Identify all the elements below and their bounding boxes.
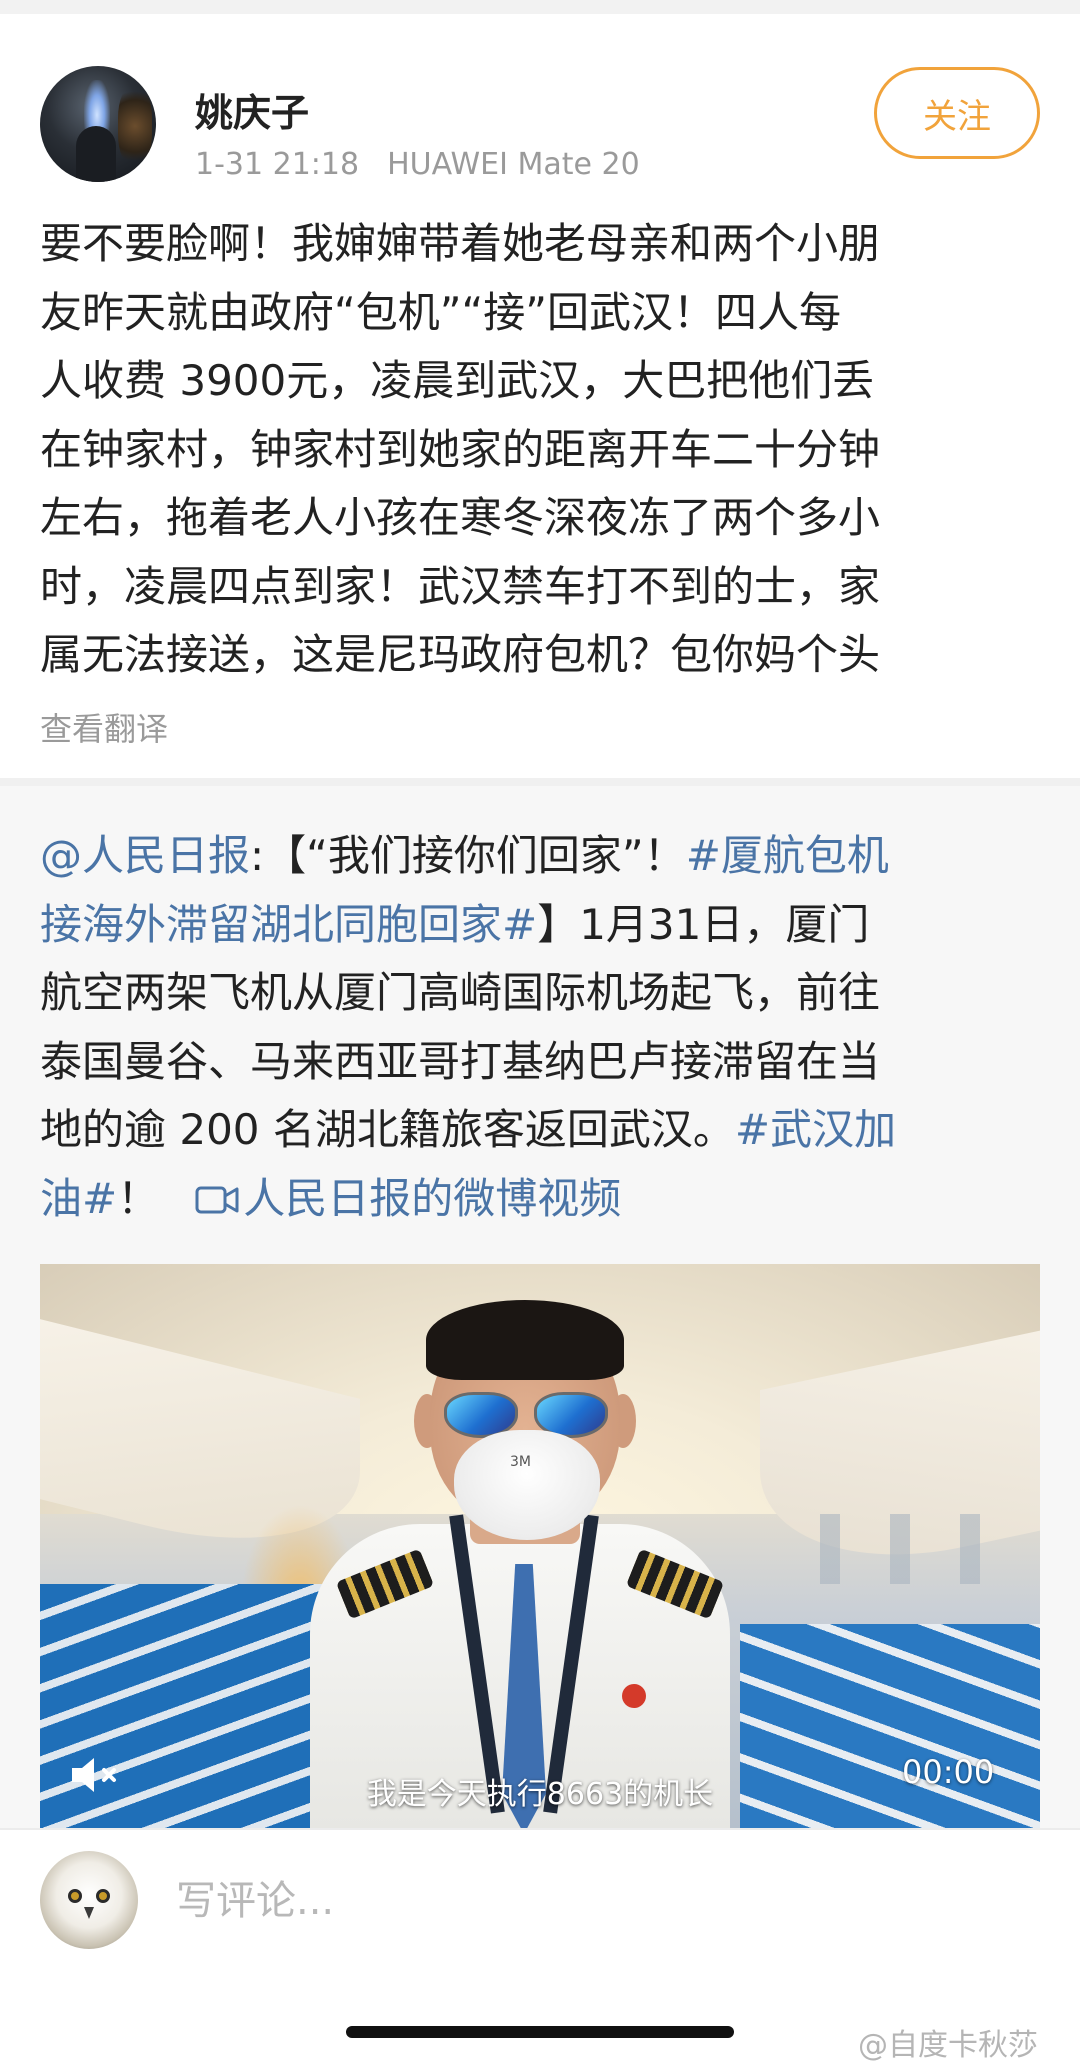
- follow-button[interactable]: 关注: [874, 67, 1040, 159]
- post-line: 人收费 3900元，凌晨到武汉，大巴把他们丢: [40, 356, 875, 405]
- exclaim-text: ！: [117, 1173, 160, 1223]
- face-mask: [454, 1430, 600, 1540]
- repost-line: 泰国曼谷、马来西亚哥打基纳巴卢接滞留在当: [40, 1036, 881, 1086]
- post-time: 1-31 21:18: [195, 147, 360, 182]
- repost-line: 油#！ 人民日报的微博视频: [40, 1165, 1050, 1234]
- repost-colon-text: :【“我们接你们回家”！: [250, 831, 686, 880]
- video-subtitle: 我是今天执行8663的机长: [366, 1777, 714, 1812]
- pilot-hair: [426, 1300, 624, 1380]
- section-divider: [0, 778, 1080, 786]
- watermark: @自度卡秋莎: [858, 2028, 1038, 2063]
- hashtag-wuhan-link[interactable]: #武汉加: [735, 1105, 896, 1154]
- post-line: 在钟家村，钟家村到她家的距离开车二十分钟: [40, 424, 881, 474]
- post-line: 属无法接送，这是尼玛政府包机？包你妈个头: [40, 630, 881, 679]
- repost-line: 地的逾 200 名湖北籍旅客返回武汉。#武汉加: [40, 1096, 1050, 1165]
- comment-bar: 写评论...: [0, 1828, 1080, 1968]
- user-avatar[interactable]: [40, 66, 156, 182]
- my-avatar[interactable]: [40, 1851, 138, 1949]
- repost-line5-text: 地的逾 200 名湖北籍旅客返回武汉。: [40, 1105, 735, 1154]
- video-player[interactable]: 3M 我是今天执行8663的机长 00:00: [40, 1264, 1040, 1828]
- repost-line: @人民日报:【“我们接你们回家”！#厦航包机: [40, 822, 1050, 891]
- repost-date-text: 】1月31日，厦门: [537, 899, 870, 949]
- home-indicator[interactable]: [346, 2026, 734, 2038]
- video-camera-icon: [195, 1186, 239, 1213]
- username[interactable]: 姚庆子: [195, 82, 309, 137]
- post-line: 时，凌晨四点到家！武汉禁车打不到的士，家: [40, 561, 881, 611]
- mask-brand: 3M: [510, 1454, 531, 1470]
- video-duration: 00:00: [902, 1753, 995, 1791]
- comment-input[interactable]: 写评论...: [176, 1868, 334, 1926]
- repost-card[interactable]: @人民日报:【“我们接你们回家”！#厦航包机 接海外滞留湖北同胞回家#】1月31…: [0, 786, 1080, 1828]
- hashtag-link-cont[interactable]: 接海外滞留湖北同胞回家#: [40, 900, 537, 949]
- hashtag-link[interactable]: #厦航包机: [686, 831, 889, 880]
- owl-eye-right: [96, 1889, 110, 1903]
- repost-line: 航空两架飞机从厦门高崎国际机场起飞，前往: [40, 968, 881, 1017]
- post-meta: 1-31 21:18 HUAWEI Mate 20: [195, 147, 640, 182]
- hashtag-wuhan-link-cont[interactable]: 油#: [40, 1174, 117, 1223]
- mention-link[interactable]: @人民日报: [40, 831, 250, 880]
- translate-link[interactable]: 查看翻译: [40, 704, 168, 750]
- repost-line: 接海外滞留湖北同胞回家#】1月31日，厦门: [40, 891, 1050, 960]
- top-strip: [0, 0, 1080, 14]
- post-line: 友昨天就由政府“包机”“接”回武汉！四人每: [40, 287, 842, 337]
- post-device: HUAWEI Mate 20: [387, 147, 640, 182]
- owl-eye-left: [68, 1889, 82, 1903]
- video-link-label: 人民日报的微博视频: [243, 1173, 622, 1223]
- pin-badge: [622, 1684, 646, 1708]
- avatar-figure: [76, 126, 116, 182]
- avatar-tree: [118, 86, 152, 166]
- video-link[interactable]: 人民日报的微博视频: [195, 1174, 621, 1223]
- repost-body: @人民日报:【“我们接你们回家”！#厦航包机 接海外滞留湖北同胞回家#】1月31…: [40, 822, 1050, 1233]
- post-line: 左右，拖着老人小孩在寒冬深夜冻了两个多小: [40, 493, 881, 542]
- post-line: 要不要脸啊！我婶婶带着她老母亲和两个小朋: [40, 219, 881, 268]
- post-header: 姚庆子 1-31 21:18 HUAWEI Mate 20 关注: [0, 14, 1080, 204]
- owl-beak: [84, 1907, 94, 1919]
- post-body: 要不要脸啊！我婶婶带着她老母亲和两个小朋 友昨天就由政府“包机”“接”回武汉！四…: [40, 210, 1050, 690]
- cabin-windows: [770, 1514, 1030, 1584]
